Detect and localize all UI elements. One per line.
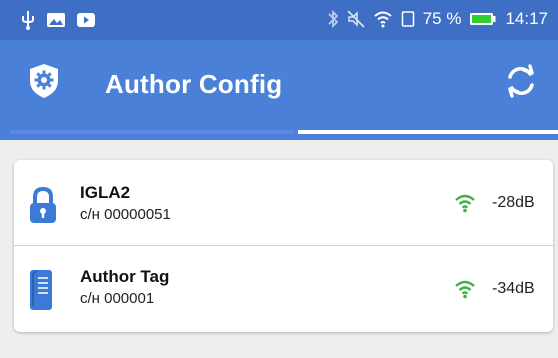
signal-wifi-icon bbox=[455, 280, 475, 299]
wifi-status-icon bbox=[374, 11, 392, 28]
device-rssi: -34dB bbox=[492, 280, 535, 297]
status-system-icons: 75 % 14:17 bbox=[327, 9, 548, 29]
tag-device-icon bbox=[30, 270, 52, 310]
battery-icon bbox=[470, 13, 496, 25]
status-time: 14:17 bbox=[505, 9, 548, 28]
status-notification-icons bbox=[20, 10, 96, 30]
tab-strip bbox=[0, 126, 558, 140]
signal-wifi-icon bbox=[455, 194, 475, 213]
settings-shield-icon[interactable] bbox=[28, 63, 60, 99]
bluetooth-icon bbox=[328, 9, 338, 29]
mute-icon bbox=[347, 10, 365, 28]
lock-icon bbox=[30, 186, 56, 223]
status-bar: 75 % 14:17 bbox=[0, 0, 558, 40]
device-row-igla2[interactable]: IGLA2 с/н 00000051 -28dB bbox=[14, 160, 553, 246]
device-row-author-tag[interactable]: Author Tag с/н 000001 -34dB bbox=[14, 246, 553, 332]
tab-right-selected-indicator[interactable] bbox=[298, 130, 558, 134]
device-list: IGLA2 с/н 00000051 -28dB Author Tag с/н … bbox=[14, 160, 553, 332]
battery-percent: 75 % bbox=[422, 9, 462, 28]
usb-icon bbox=[22, 11, 34, 30]
device-serial: с/н 00000051 bbox=[80, 206, 171, 223]
video-icon bbox=[77, 13, 95, 27]
app-title: Author Config bbox=[105, 69, 283, 99]
refresh-icon[interactable] bbox=[504, 64, 538, 98]
gallery-icon bbox=[47, 13, 65, 27]
sim-icon bbox=[401, 11, 414, 27]
app-bar: Author Config bbox=[0, 40, 558, 126]
device-name: Author Tag bbox=[80, 267, 170, 286]
device-name: IGLA2 bbox=[80, 183, 131, 202]
device-serial: с/н 000001 bbox=[80, 290, 155, 307]
device-rssi: -28dB bbox=[492, 194, 535, 211]
tab-left[interactable] bbox=[10, 130, 295, 134]
